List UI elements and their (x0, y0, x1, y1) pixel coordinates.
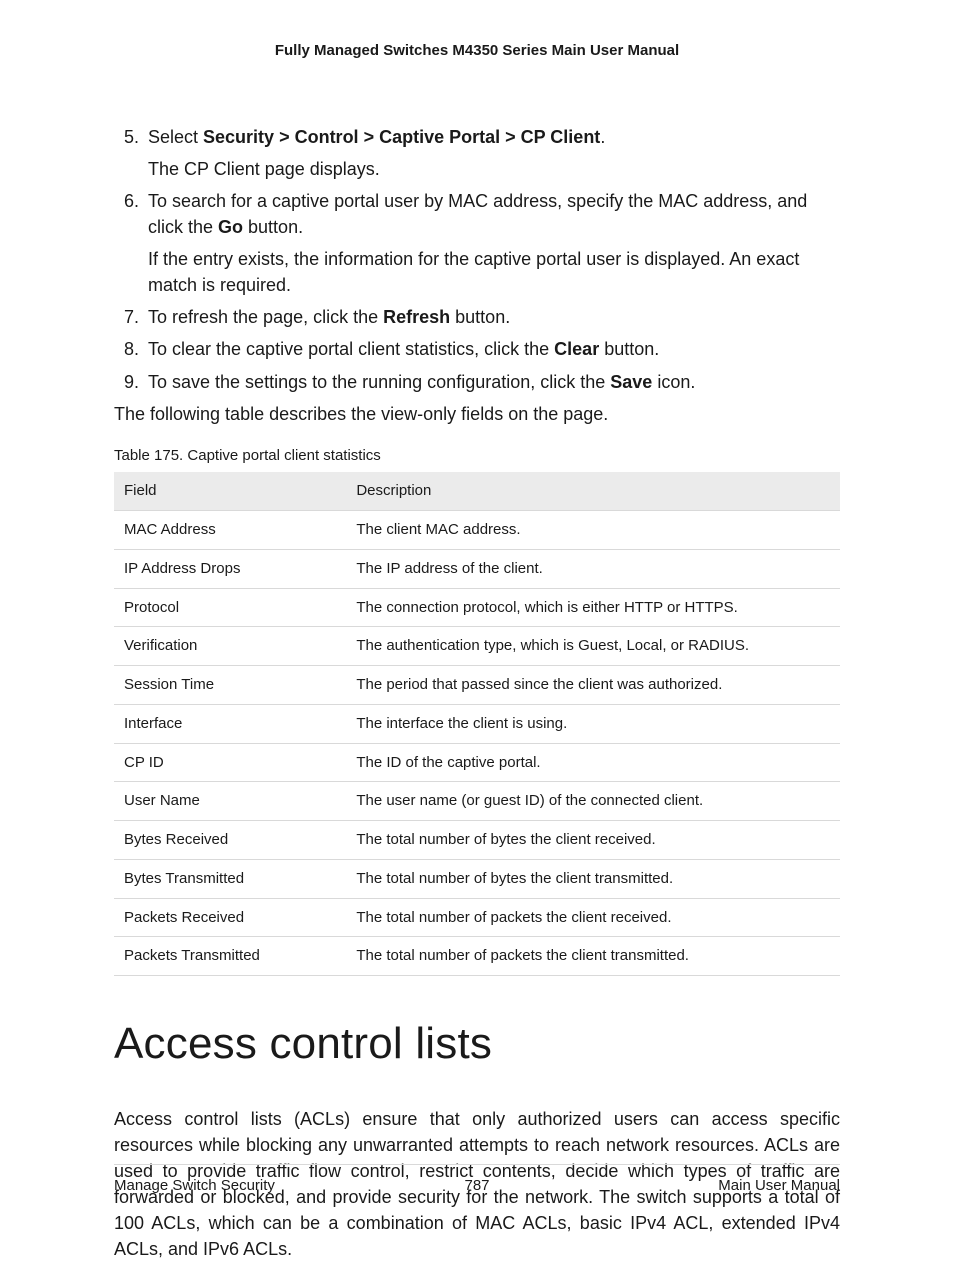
section-title: Access control lists (114, 1012, 840, 1076)
footer-page-number: 787 (356, 1175, 598, 1197)
table-row: User NameThe user name (or guest ID) of … (114, 782, 840, 821)
step-9-a: To save the settings to the running conf… (148, 372, 610, 392)
page-footer: Manage Switch Security 787 Main User Man… (114, 1164, 840, 1197)
table-header-row: Field Description (114, 472, 840, 510)
step-9: To save the settings to the running conf… (144, 369, 840, 395)
cell-desc: The period that passed since the client … (346, 666, 840, 705)
step-5-suffix: . (600, 127, 605, 147)
footer-right: Main User Manual (598, 1175, 840, 1197)
table-caption: Table 175. Captive portal client statist… (114, 445, 840, 467)
cell-desc: The total number of bytes the client rec… (346, 821, 840, 860)
after-steps-para: The following table describes the view-o… (114, 401, 840, 427)
cell-field: Bytes Transmitted (114, 859, 346, 898)
cell-desc: The total number of packets the client r… (346, 898, 840, 937)
table-row: Bytes ReceivedThe total number of bytes … (114, 821, 840, 860)
cell-desc: The interface the client is using. (346, 704, 840, 743)
col-field: Field (114, 472, 346, 510)
cell-field: Verification (114, 627, 346, 666)
cell-desc: The client MAC address. (346, 511, 840, 550)
cell-desc: The ID of the captive portal. (346, 743, 840, 782)
step-list: Select Security > Control > Captive Port… (114, 124, 840, 395)
step-5-sub: The CP Client page displays. (148, 156, 840, 182)
cell-desc: The total number of packets the client t… (346, 937, 840, 976)
step-7-a: To refresh the page, click the (148, 307, 383, 327)
cell-desc: The IP address of the client. (346, 549, 840, 588)
col-description: Description (346, 472, 840, 510)
cell-desc: The authentication type, which is Guest,… (346, 627, 840, 666)
step-8-b: button. (599, 339, 659, 359)
save-icon-ref: Save (610, 372, 652, 392)
client-stats-table: Field Description MAC AddressThe client … (114, 472, 840, 976)
step-7-b: button. (450, 307, 510, 327)
table-row: Bytes TransmittedThe total number of byt… (114, 859, 840, 898)
cell-field: Interface (114, 704, 346, 743)
table-row: CP IDThe ID of the captive portal. (114, 743, 840, 782)
cell-desc: The connection protocol, which is either… (346, 588, 840, 627)
footer-left: Manage Switch Security (114, 1175, 356, 1197)
step-5: Select Security > Control > Captive Port… (144, 124, 840, 182)
table-row: ProtocolThe connection protocol, which i… (114, 588, 840, 627)
cell-field: Session Time (114, 666, 346, 705)
step-5-path: Security > Control > Captive Portal > CP… (203, 127, 600, 147)
cell-field: IP Address Drops (114, 549, 346, 588)
table-row: Packets TransmittedThe total number of p… (114, 937, 840, 976)
step-6: To search for a captive portal user by M… (144, 188, 840, 298)
go-button-ref: Go (218, 217, 243, 237)
step-9-b: icon. (652, 372, 695, 392)
table-row: IP Address DropsThe IP address of the cl… (114, 549, 840, 588)
cell-field: User Name (114, 782, 346, 821)
step-7: To refresh the page, click the Refresh b… (144, 304, 840, 330)
table-row: VerificationThe authentication type, whi… (114, 627, 840, 666)
cell-desc: The user name (or guest ID) of the conne… (346, 782, 840, 821)
cell-field: Packets Received (114, 898, 346, 937)
cell-field: Bytes Received (114, 821, 346, 860)
step-8: To clear the captive portal client stati… (144, 336, 840, 362)
cell-field: Packets Transmitted (114, 937, 346, 976)
cell-desc: The total number of bytes the client tra… (346, 859, 840, 898)
cell-field: CP ID (114, 743, 346, 782)
step-8-a: To clear the captive portal client stati… (148, 339, 554, 359)
step-5-prefix: Select (148, 127, 203, 147)
clear-button-ref: Clear (554, 339, 599, 359)
step-6-sub: If the entry exists, the information for… (148, 246, 840, 298)
running-header: Fully Managed Switches M4350 Series Main… (114, 40, 840, 62)
refresh-button-ref: Refresh (383, 307, 450, 327)
cell-field: MAC Address (114, 511, 346, 550)
cell-field: Protocol (114, 588, 346, 627)
table-row: Session TimeThe period that passed since… (114, 666, 840, 705)
step-6-b: button. (243, 217, 303, 237)
table-row: Packets ReceivedThe total number of pack… (114, 898, 840, 937)
table-row: MAC AddressThe client MAC address. (114, 511, 840, 550)
table-row: InterfaceThe interface the client is usi… (114, 704, 840, 743)
